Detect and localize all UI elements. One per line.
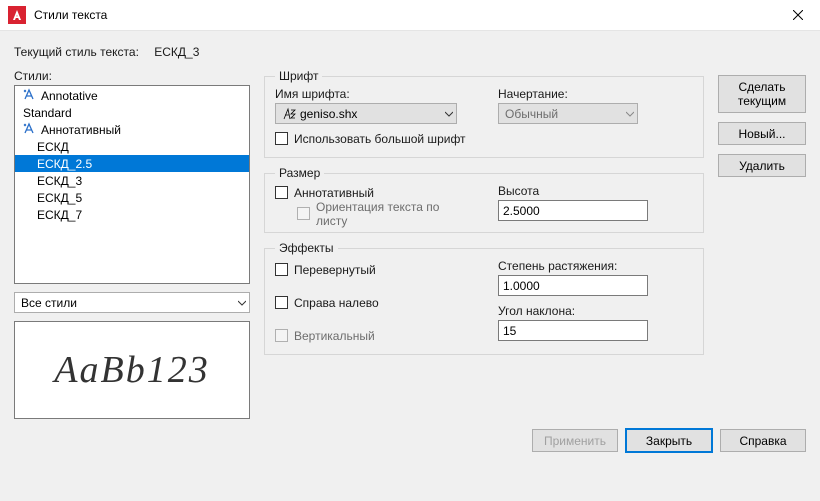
styles-listbox[interactable]: Annotative Standard Аннотативный ЕСКД ЕСКД_2… bbox=[14, 85, 250, 284]
style-list-item[interactable]: ЕСКД_3 bbox=[15, 172, 249, 189]
style-list-item-label: ЕСКД_5 bbox=[37, 191, 82, 205]
new-label: Новый... bbox=[738, 127, 785, 141]
upside-label: Перевернутый bbox=[294, 263, 376, 277]
chevron-down-icon bbox=[445, 107, 453, 121]
current-style-label: Текущий стиль текста: bbox=[14, 45, 139, 59]
style-list-item[interactable]: ЕСКД_5 bbox=[15, 189, 249, 206]
styles-label: Стили: bbox=[14, 69, 250, 83]
annotative-label: Аннотативный bbox=[294, 186, 374, 200]
oblique-label: Угол наклона: bbox=[498, 304, 693, 318]
font-group-legend: Шрифт bbox=[275, 69, 322, 83]
styles-filter-combo[interactable]: Все стили bbox=[14, 292, 250, 313]
backwards-label: Справа налево bbox=[294, 296, 379, 310]
checkbox-box-icon bbox=[275, 186, 288, 199]
font-style-label: Начертание: bbox=[498, 87, 693, 101]
set-current-button[interactable]: Сделать текущим bbox=[718, 75, 806, 113]
help-button[interactable]: Справка bbox=[720, 429, 806, 452]
oblique-value: 15 bbox=[503, 324, 516, 338]
orient-label: Ориентация текста по листу bbox=[316, 200, 456, 228]
style-list-item[interactable]: ЕСКД_7 bbox=[15, 206, 249, 223]
delete-label: Удалить bbox=[739, 159, 785, 173]
window-title: Стили текста bbox=[34, 8, 775, 22]
backwards-checkbox[interactable]: Справа налево bbox=[275, 294, 470, 311]
style-list-item-label: Аннотативный bbox=[41, 123, 121, 137]
style-list-item[interactable]: Annotative bbox=[15, 87, 249, 104]
style-list-item-label: ЕСКД_7 bbox=[37, 208, 82, 222]
font-style-combo: Обычный bbox=[498, 103, 638, 124]
height-label: Высота bbox=[498, 184, 693, 198]
size-group: Размер Аннотативный Ориентация текста по… bbox=[264, 166, 704, 233]
style-list-item-label: ЕСКД bbox=[37, 140, 69, 154]
font-name-combo[interactable]: geniso.shx bbox=[275, 103, 457, 124]
checkbox-box-icon bbox=[275, 263, 288, 276]
style-list-item-label: Annotative bbox=[41, 89, 98, 103]
close-icon bbox=[793, 10, 803, 20]
style-list-item-label: Standard bbox=[23, 106, 72, 120]
shx-font-icon bbox=[282, 107, 296, 121]
effects-group-legend: Эффекты bbox=[275, 241, 338, 255]
annotative-icon bbox=[23, 122, 35, 137]
upside-checkbox[interactable]: Перевернутый bbox=[275, 261, 470, 278]
width-factor-value: 1.0000 bbox=[503, 279, 540, 293]
font-group: Шрифт Имя шрифта: geniso.shx Нач bbox=[264, 69, 704, 158]
apply-label: Применить bbox=[544, 434, 606, 448]
font-name-label: Имя шрифта: bbox=[275, 87, 470, 101]
size-group-legend: Размер bbox=[275, 166, 324, 180]
titlebar: Стили текста bbox=[0, 0, 820, 31]
style-list-item[interactable]: Standard bbox=[15, 104, 249, 121]
bigfont-checkbox[interactable]: Использовать большой шрифт bbox=[275, 130, 693, 147]
checkbox-box-icon bbox=[275, 132, 288, 145]
font-name-value: geniso.shx bbox=[300, 107, 357, 121]
close-label: Закрыть bbox=[646, 434, 692, 448]
orient-checkbox: Ориентация текста по листу bbox=[297, 205, 470, 222]
width-factor-input[interactable]: 1.0000 bbox=[498, 275, 648, 296]
annotative-checkbox[interactable]: Аннотативный bbox=[275, 184, 470, 201]
new-button[interactable]: Новый... bbox=[718, 122, 806, 145]
font-style-value: Обычный bbox=[505, 107, 558, 121]
style-list-item[interactable]: Аннотативный bbox=[15, 121, 249, 138]
current-style-row: Текущий стиль текста: ЕСКД_3 bbox=[14, 39, 806, 69]
delete-button[interactable]: Удалить bbox=[718, 154, 806, 177]
checkbox-box-icon bbox=[297, 207, 310, 220]
vertical-label: Вертикальный bbox=[294, 329, 375, 343]
style-list-item[interactable]: ЕСКД bbox=[15, 138, 249, 155]
effects-group: Эффекты Перевернутый Справа налево bbox=[264, 241, 704, 355]
height-input[interactable]: 2.5000 bbox=[498, 200, 648, 221]
height-value: 2.5000 bbox=[503, 204, 540, 218]
annotative-icon bbox=[23, 88, 35, 103]
close-button[interactable] bbox=[775, 0, 820, 31]
style-list-item[interactable]: ЕСКД_2.5 bbox=[15, 155, 249, 172]
apply-button[interactable]: Применить bbox=[532, 429, 618, 452]
set-current-label: Сделать текущим bbox=[723, 80, 801, 109]
chevron-down-icon bbox=[626, 107, 634, 121]
chevron-down-icon bbox=[238, 296, 246, 310]
font-preview: AaBb123 bbox=[14, 321, 250, 419]
app-icon bbox=[8, 6, 26, 24]
current-style-value: ЕСКД_3 bbox=[154, 45, 199, 59]
style-list-item-label: ЕСКД_2.5 bbox=[37, 157, 92, 171]
style-list-item-label: ЕСКД_3 bbox=[37, 174, 82, 188]
help-label: Справка bbox=[739, 434, 786, 448]
vertical-checkbox: Вертикальный bbox=[275, 327, 470, 344]
checkbox-box-icon bbox=[275, 329, 288, 342]
styles-filter-value: Все стили bbox=[21, 296, 77, 310]
close-dialog-button[interactable]: Закрыть bbox=[626, 429, 712, 452]
preview-text: AaBb123 bbox=[54, 348, 209, 392]
bigfont-label: Использовать большой шрифт bbox=[294, 132, 466, 146]
oblique-input[interactable]: 15 bbox=[498, 320, 648, 341]
checkbox-box-icon bbox=[275, 296, 288, 309]
width-factor-label: Степень растяжения: bbox=[498, 259, 693, 273]
